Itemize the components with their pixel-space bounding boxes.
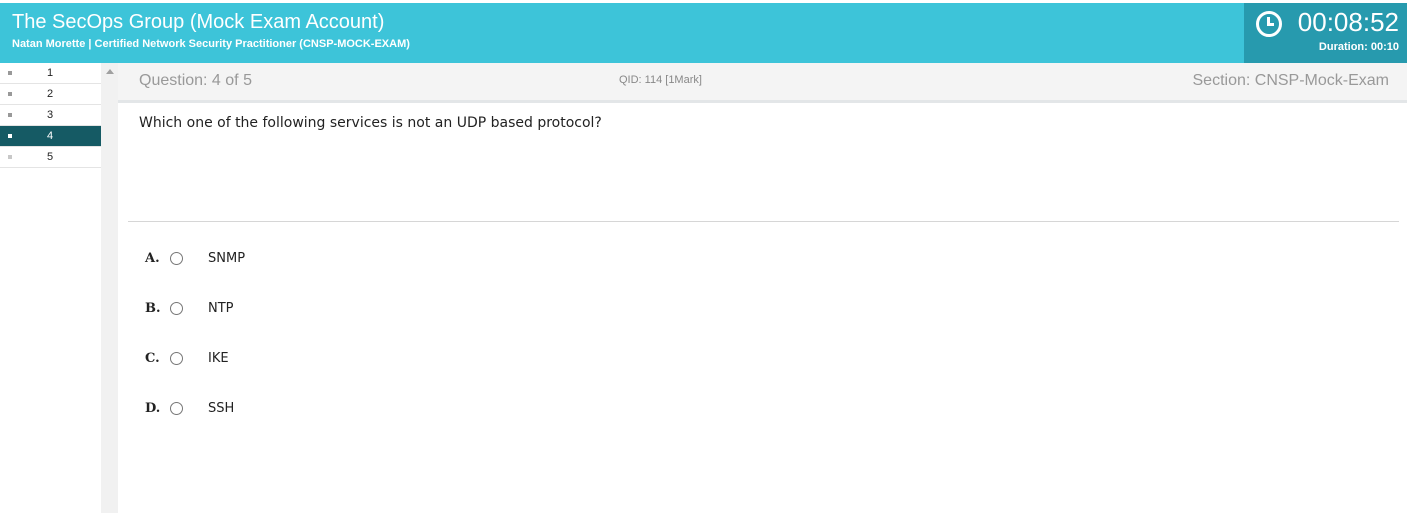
question-text: Which one of the following services is n… bbox=[139, 115, 602, 131]
question-nav-item-1[interactable]: 1 bbox=[0, 63, 101, 84]
option-letter: A. bbox=[145, 251, 160, 266]
option-letter: B. bbox=[145, 301, 161, 316]
question-list: 1 2 3 4 5 bbox=[0, 63, 102, 513]
clock-icon bbox=[1256, 11, 1282, 37]
question-id: QID: 114 [1Mark] bbox=[619, 74, 702, 86]
question-nav-item-5[interactable]: 5 bbox=[0, 147, 101, 168]
question-nav-item-3[interactable]: 3 bbox=[0, 105, 101, 126]
question-nav-item-4[interactable]: 4 bbox=[0, 126, 101, 147]
status-marker bbox=[8, 134, 12, 138]
question-info-bar: Question: 4 of 5 QID: 114 [1Mark] Sectio… bbox=[118, 63, 1407, 103]
timer-duration: Duration: 00:10 bbox=[1318, 41, 1399, 53]
sidebar-scrollbar[interactable] bbox=[101, 63, 118, 513]
exam-header: The SecOps Group (Mock Exam Account) Nat… bbox=[0, 3, 1407, 63]
status-marker bbox=[8, 113, 12, 117]
option-letter: C. bbox=[145, 351, 160, 366]
question-counter: Question: 4 of 5 bbox=[139, 72, 252, 89]
timer-countdown: 00:08:52 bbox=[1297, 7, 1399, 37]
question-navigator: 1 2 3 4 5 bbox=[0, 63, 118, 513]
question-nav-number: 3 bbox=[47, 109, 54, 121]
option-radio[interactable] bbox=[170, 302, 183, 315]
question-nav-item-2[interactable]: 2 bbox=[0, 84, 101, 105]
option-radio[interactable] bbox=[170, 252, 183, 265]
question-nav-number: 2 bbox=[47, 88, 54, 100]
scroll-up-arrow-icon[interactable] bbox=[106, 69, 114, 74]
question-divider bbox=[128, 221, 1399, 222]
status-marker bbox=[8, 155, 12, 159]
option-radio[interactable] bbox=[170, 352, 183, 365]
timer-panel: 00:08:52 Duration: 00:10 bbox=[1244, 3, 1407, 63]
question-nav-number: 5 bbox=[47, 151, 54, 163]
status-marker bbox=[8, 92, 12, 96]
question-nav-number: 4 bbox=[47, 130, 54, 142]
candidate-info: Natan Morette | Certified Network Securi… bbox=[12, 38, 410, 50]
option-text: IKE bbox=[208, 351, 229, 366]
option-text: NTP bbox=[208, 301, 234, 316]
option-text: SSH bbox=[208, 401, 235, 416]
option-text: SNMP bbox=[208, 251, 246, 266]
exam-title: The SecOps Group (Mock Exam Account) bbox=[12, 11, 385, 33]
status-marker bbox=[8, 71, 12, 75]
section-label: Section: CNSP-Mock-Exam bbox=[1192, 72, 1390, 89]
option-radio[interactable] bbox=[170, 402, 183, 415]
question-nav-number: 1 bbox=[47, 67, 54, 79]
option-letter: D. bbox=[145, 401, 161, 416]
